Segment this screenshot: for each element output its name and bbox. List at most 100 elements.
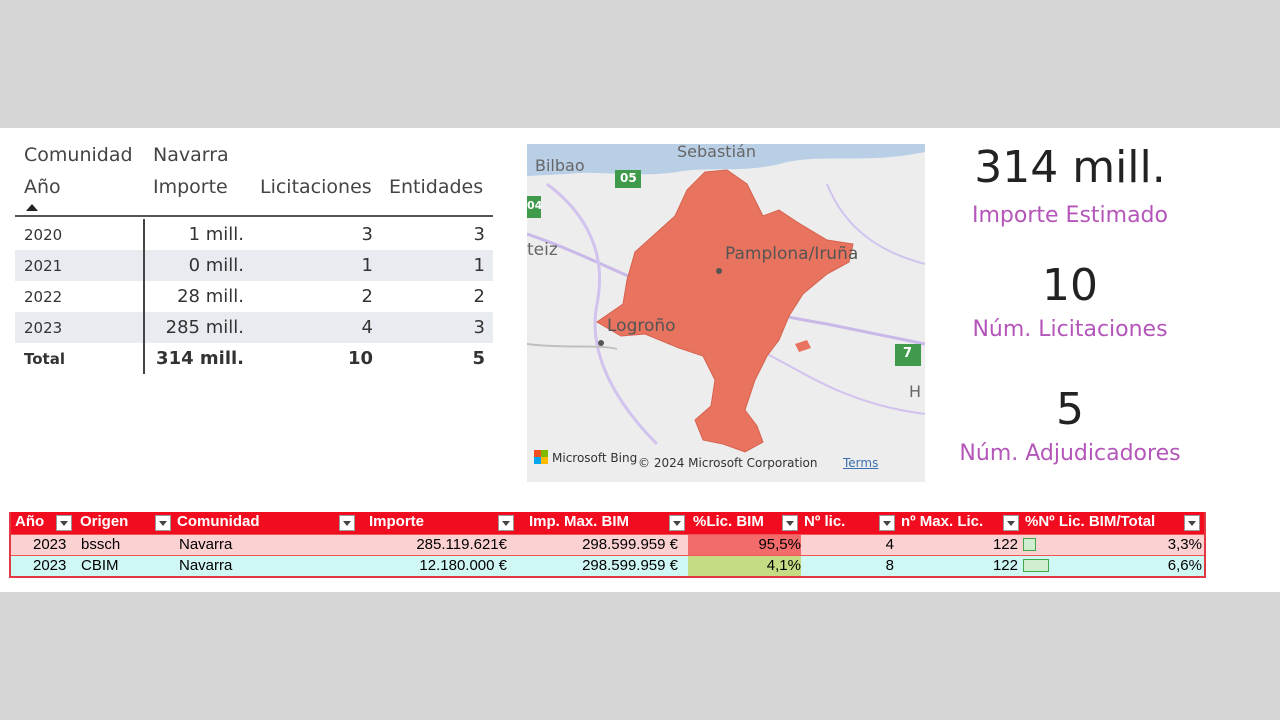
cell-pct-n-lic-total: 3,3% [1167, 536, 1202, 553]
table-row: 2022 28 mill. 2 2 [15, 281, 493, 312]
filter-dropdown-icon[interactable] [1003, 515, 1019, 531]
map-canvas [527, 144, 925, 453]
table-row: 2023 bssch Navarra 285.119.621€ 298.599.… [11, 534, 1204, 555]
filter-dropdown-icon[interactable] [498, 515, 514, 531]
region-enclave [795, 340, 811, 352]
row-year: 2020 [24, 226, 63, 244]
row-year: 2022 [24, 288, 63, 306]
map-copyright: © 2024 Microsoft Corporation [638, 456, 818, 470]
cell-origen: bssch [81, 536, 121, 553]
filter-value-label: Navarra [153, 144, 229, 166]
row-entidades: 2 [473, 286, 485, 307]
filter-field-label: Comunidad [24, 144, 133, 166]
map-terms-link[interactable]: Terms [843, 456, 878, 470]
filter-dropdown-icon[interactable] [56, 515, 72, 531]
sheet-header-row: Año Origen Comunidad Importe Imp. Max. B… [11, 512, 1204, 534]
filter-dropdown-icon[interactable] [879, 515, 895, 531]
cell-n-max-lic: 122 [992, 536, 1018, 553]
sort-ascending-icon[interactable] [26, 204, 38, 211]
kpi-value: 314 mill. [974, 142, 1166, 193]
header-imp-max-bim: Imp. Max. BIM [529, 513, 630, 530]
cell-pct-lic-bim: 95,5% [758, 536, 801, 553]
col-header-entidades[interactable]: Entidades [389, 176, 483, 198]
data-bar [1023, 559, 1049, 572]
cell-origen: CBIM [81, 557, 119, 574]
cell-n-max-lic: 122 [992, 557, 1018, 574]
summary-matrix: Comunidad Navarra Año Importe Licitacion… [15, 140, 493, 374]
pamplona-dot [716, 268, 722, 274]
total-row: Total 314 mill. 10 5 [15, 343, 493, 374]
row-licitaciones: 3 [361, 224, 373, 245]
header-comunidad: Comunidad [177, 513, 260, 530]
map-label-teiz: teiz [527, 240, 558, 260]
table-row: 2023 CBIM Navarra 12.180.000 € 298.599.9… [11, 555, 1204, 576]
row-entidades: 1 [473, 255, 485, 276]
map-label-road-7: 7 [903, 346, 913, 361]
filter-dropdown-icon[interactable] [669, 515, 685, 531]
row-importe: 1 mill. [188, 224, 244, 245]
kpi-card-licitaciones: 10 Núm. Licitaciones [945, 260, 1195, 342]
kpi-card-importe: 314 mill. Importe Estimado [945, 142, 1195, 228]
filter-dropdown-icon[interactable] [155, 515, 171, 531]
header-divider [15, 215, 493, 217]
cell-pct-n-lic-total: 6,6% [1167, 557, 1202, 574]
filter-dropdown-icon[interactable] [1184, 515, 1200, 531]
sort-filter-icon[interactable] [782, 515, 798, 531]
cell-comunidad: Navarra [179, 536, 233, 553]
row-importe: 285 mill. [165, 317, 244, 338]
map-label-sebastian: Sebastián [677, 144, 756, 161]
matrix-filter-row: Comunidad Navarra [15, 140, 493, 172]
cell-n-lic: 4 [885, 536, 894, 553]
row-importe: 28 mill. [177, 286, 244, 307]
row-entidades: 3 [473, 224, 485, 245]
map-label-h: H [909, 382, 922, 401]
kpi-value: 10 [1042, 260, 1098, 311]
road-line [527, 343, 618, 350]
cell-imp-max-bim: 298.599.959 € [582, 557, 678, 574]
header-anio: Año [15, 513, 45, 530]
col-header-licitaciones[interactable]: Licitaciones [260, 176, 372, 198]
row-header-divider [143, 219, 145, 374]
map-visual[interactable]: Sebastián Bilbao 05 04 teiz Pamplona/Iru… [527, 144, 925, 482]
row-year: 2021 [24, 257, 63, 275]
cell-imp-max-bim: 298.599.959 € [582, 536, 678, 553]
header-origen: Origen [80, 513, 129, 530]
table-row: 2023 285 mill. 4 3 [15, 312, 493, 343]
header-importe: Importe [369, 513, 425, 530]
table-row: 2020 1 mill. 3 3 [15, 219, 493, 250]
row-licitaciones: 2 [361, 286, 373, 307]
col-header-year[interactable]: Año [24, 176, 61, 198]
table-row: 2021 0 mill. 1 1 [15, 250, 493, 281]
matrix-body: 2020 1 mill. 3 3 2021 0 mill. 1 1 2022 2… [15, 219, 493, 374]
row-licitaciones: 4 [361, 317, 373, 338]
map-label-logrono: Logroño [607, 316, 676, 336]
cell-importe: 285.119.621€ [416, 536, 507, 553]
microsoft-logo-icon [534, 450, 548, 464]
col-header-importe[interactable]: Importe [153, 176, 228, 198]
cell-comunidad: Navarra [179, 557, 233, 574]
data-bar [1023, 538, 1036, 551]
row-importe: 0 mill. [188, 255, 244, 276]
cell-importe: 12.180.000 € [419, 557, 507, 574]
filter-active-icon[interactable] [339, 515, 355, 531]
kpi-label: Núm. Licitaciones [972, 317, 1168, 342]
data-sheet: Año Origen Comunidad Importe Imp. Max. B… [9, 512, 1206, 578]
total-label: Total [24, 350, 65, 368]
cell-n-lic: 8 [885, 557, 894, 574]
row-entidades: 3 [473, 317, 485, 338]
header-n-lic: Nº lic. [804, 513, 846, 530]
kpi-value: 5 [1056, 384, 1084, 435]
navarra-region[interactable] [596, 169, 854, 453]
kpi-label: Importe Estimado [972, 203, 1168, 228]
bing-label: Microsoft Bing [552, 451, 638, 465]
total-importe: 314 mill. [156, 348, 244, 369]
cell-anio: 2023 [33, 536, 67, 553]
total-licitaciones: 10 [347, 348, 373, 369]
row-licitaciones: 1 [361, 255, 373, 276]
header-pct-n-lic-bim-total: %Nº Lic. BIM/Total [1025, 513, 1156, 530]
kpi-card-adjudicadores: 5 Núm. Adjudicadores [945, 384, 1195, 466]
cell-anio: 2023 [33, 557, 67, 574]
kpi-label: Núm. Adjudicadores [959, 441, 1181, 466]
header-pct-lic-bim: %Lic. BIM [693, 513, 764, 530]
bing-attribution: Microsoft Bing [534, 450, 637, 465]
